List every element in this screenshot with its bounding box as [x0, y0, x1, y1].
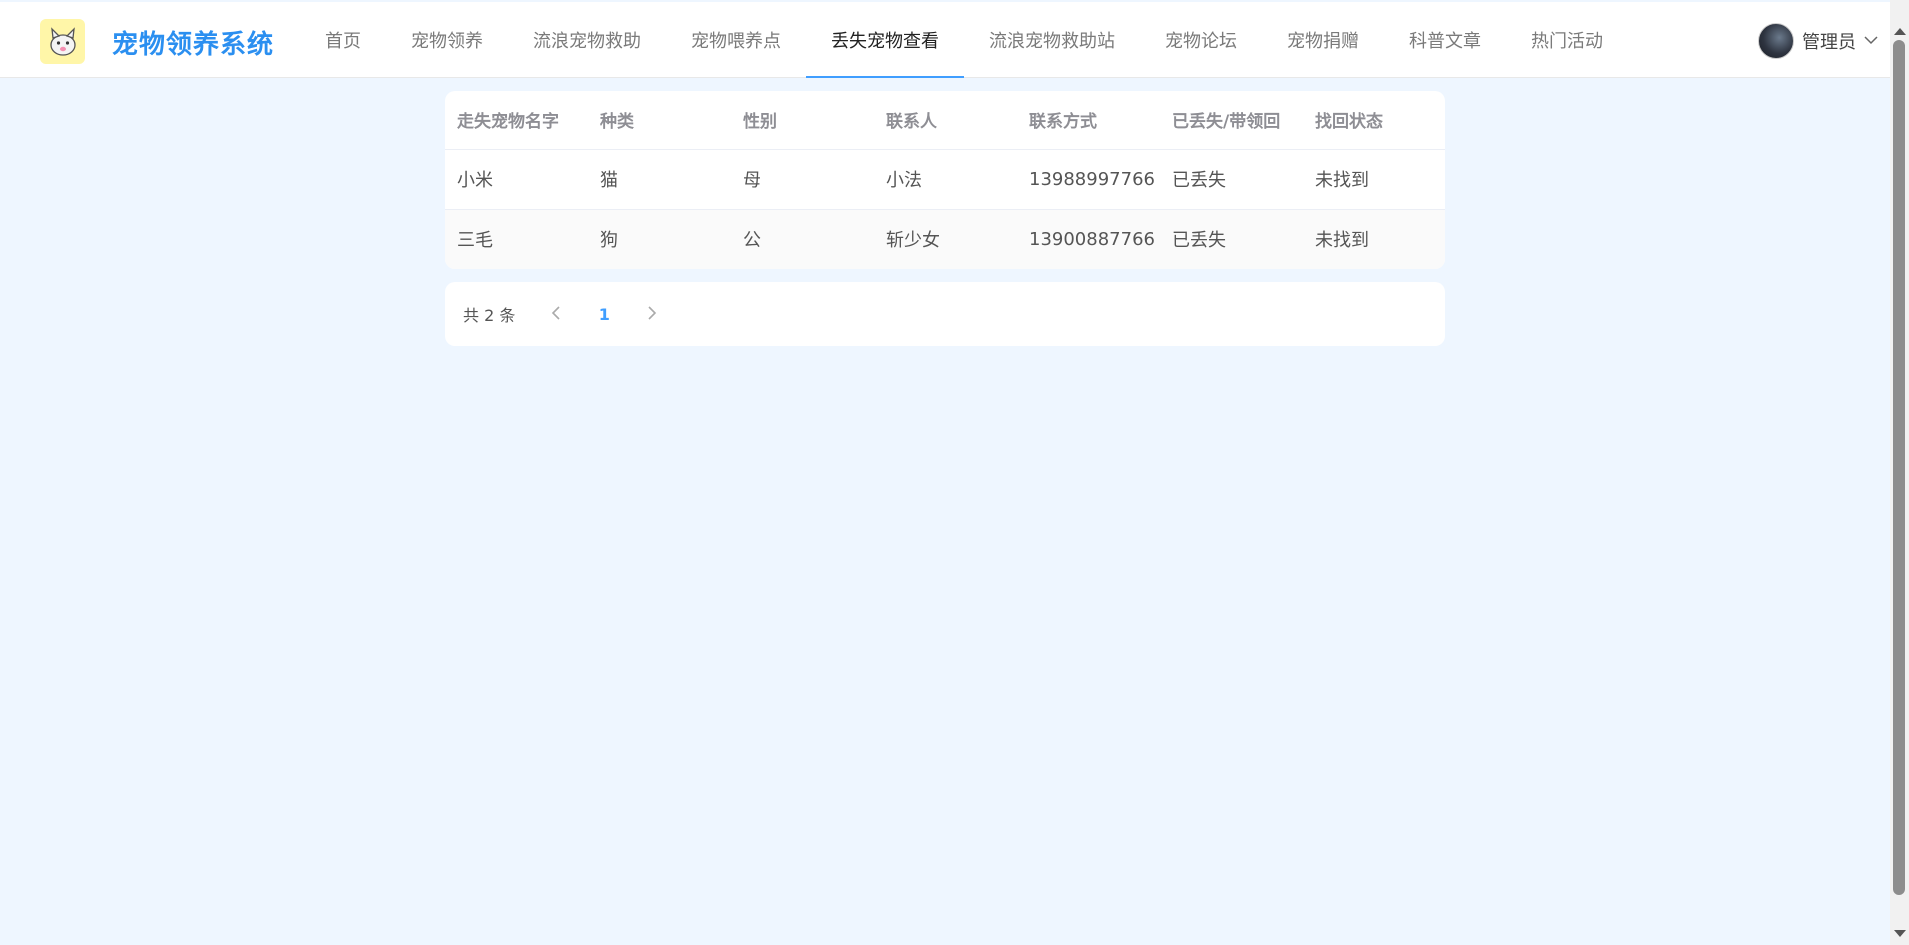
lost-pets-table: 走失宠物名字 种类 性别 联系人 联系方式 已丢失/带领回 找回状态 小米 猫 … — [445, 91, 1445, 269]
top-header: 宠物领养系统 首页 宠物领养 流浪宠物救助 宠物喂养点 丢失宠物查看 流浪宠物救… — [0, 2, 1890, 78]
nav-item-rescue-stations[interactable]: 流浪宠物救助站 — [964, 2, 1140, 78]
cat-logo-icon[interactable] — [40, 19, 85, 64]
avatar — [1758, 23, 1794, 59]
user-name: 管理员 — [1802, 32, 1856, 53]
lost-pets-table-card: 走失宠物名字 种类 性别 联系人 联系方式 已丢失/带领回 找回状态 小米 猫 … — [445, 91, 1445, 269]
table-cell: 母 — [731, 149, 874, 210]
user-menu[interactable]: 管理员 — [1758, 23, 1878, 59]
table-cell: 13988997766 — [1017, 149, 1160, 210]
total-count: 共 2 条 — [463, 306, 516, 325]
table-cell: 小法 — [874, 149, 1017, 210]
nav-item-hot-events[interactable]: 热门活动 — [1506, 2, 1628, 78]
main-nav: 首页 宠物领养 流浪宠物救助 宠物喂养点 丢失宠物查看 流浪宠物救助站 宠物论坛… — [300, 2, 1628, 78]
chevron-right-icon[interactable] — [637, 304, 667, 325]
nav-item-science-articles[interactable]: 科普文章 — [1384, 2, 1506, 78]
table-cell: 小米 — [445, 149, 588, 210]
scroll-up-icon[interactable] — [1894, 28, 1906, 35]
pagination: 共 2 条 1 — [445, 282, 1445, 346]
column-header: 性别 — [731, 91, 874, 150]
table-row[interactable]: 小米 猫 母 小法 13988997766 已丢失 未找到 — [445, 149, 1445, 210]
chevron-down-icon — [1864, 33, 1878, 49]
table-cell: 狗 — [588, 209, 731, 269]
table-cell: 公 — [731, 209, 874, 269]
table-row[interactable]: 三毛 狗 公 斩少女 13900887766 已丢失 未找到 — [445, 209, 1445, 269]
table-header-row: 走失宠物名字 种类 性别 联系人 联系方式 已丢失/带领回 找回状态 — [445, 91, 1445, 150]
nav-item-feeding-points[interactable]: 宠物喂养点 — [666, 2, 806, 78]
scroll-down-icon[interactable] — [1894, 930, 1906, 937]
column-header: 联系人 — [874, 91, 1017, 150]
nav-item-pet-adoption[interactable]: 宠物领养 — [386, 2, 508, 78]
nav-item-pet-donation[interactable]: 宠物捐赠 — [1262, 2, 1384, 78]
table-cell: 猫 — [588, 149, 731, 210]
table-cell: 13900887766 — [1017, 209, 1160, 269]
column-header: 走失宠物名字 — [445, 91, 588, 150]
column-header: 联系方式 — [1017, 91, 1160, 150]
page-number-current[interactable]: 1 — [571, 305, 637, 324]
column-header: 种类 — [588, 91, 731, 150]
nav-item-home[interactable]: 首页 — [300, 2, 386, 78]
vertical-scrollbar[interactable] — [1890, 0, 1909, 945]
nav-item-stray-rescue[interactable]: 流浪宠物救助 — [508, 2, 666, 78]
nav-item-lost-pets[interactable]: 丢失宠物查看 — [806, 2, 964, 78]
column-header: 找回状态 — [1303, 91, 1445, 150]
table-cell: 已丢失 — [1160, 149, 1303, 210]
table-cell: 未找到 — [1303, 209, 1445, 269]
scrollbar-thumb[interactable] — [1893, 40, 1905, 895]
table-cell: 已丢失 — [1160, 209, 1303, 269]
nav-item-pet-forum[interactable]: 宠物论坛 — [1140, 2, 1262, 78]
table-cell: 斩少女 — [874, 209, 1017, 269]
table-cell: 三毛 — [445, 209, 588, 269]
chevron-left-icon[interactable] — [541, 304, 571, 325]
column-header: 已丢失/带领回 — [1160, 91, 1303, 150]
table-cell: 未找到 — [1303, 149, 1445, 210]
brand-title[interactable]: 宠物领养系统 — [112, 24, 274, 61]
